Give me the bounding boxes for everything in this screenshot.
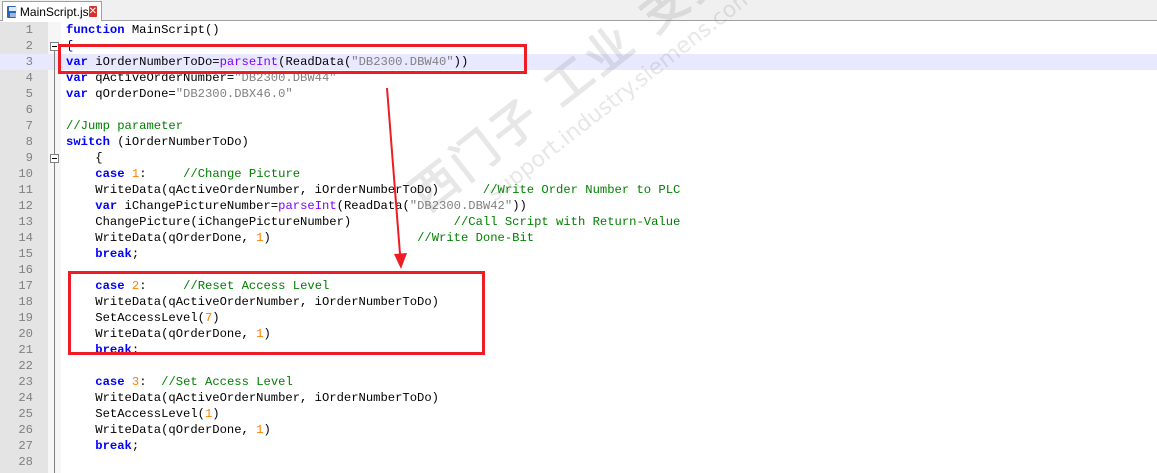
- code-editor[interactable]: 1 function MainScript() 2{3 var iOrderNumbe…: [0, 0, 1157, 473]
- close-icon[interactable]: ✕: [88, 6, 97, 17]
- save-icon: [7, 5, 17, 18]
- tab-label: MainScript.js: [19, 4, 89, 19]
- annotation-arrow: [386, 87, 407, 269]
- tab-mainscript[interactable]: MainScript.js ✕: [2, 1, 102, 21]
- tab-bar: MainScript.js ✕: [0, 0, 1157, 21]
